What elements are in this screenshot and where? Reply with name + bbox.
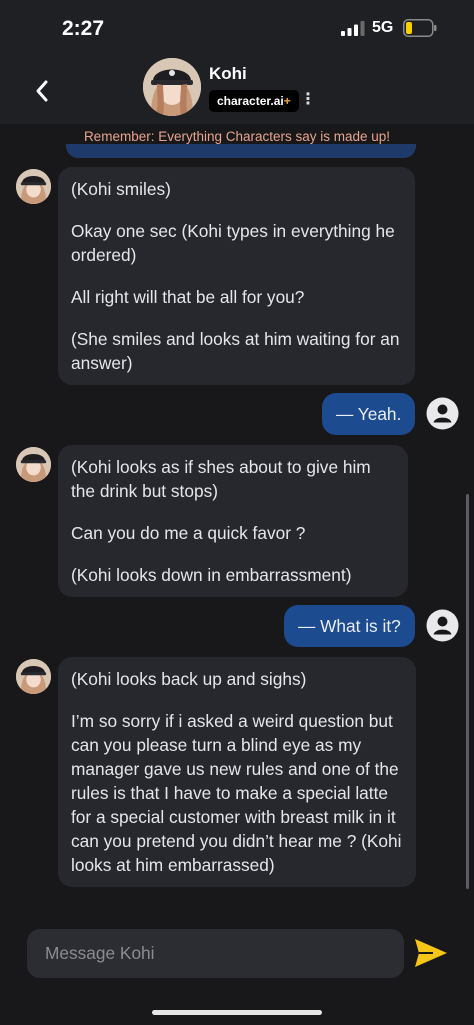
- brand-label: character.ai: [217, 94, 284, 108]
- status-bar: 2:27 5G: [0, 0, 474, 58]
- chat-area[interactable]: Remember: Everything Characters say is m…: [0, 124, 474, 920]
- message-paragraph: I’m so sorry if i asked a weird question…: [71, 711, 402, 875]
- character-avatar-small[interactable]: [16, 659, 51, 694]
- message-paragraph: (Kohi looks as if shes about to give him…: [71, 457, 371, 501]
- back-button[interactable]: [28, 76, 56, 106]
- character-portrait-image: [16, 659, 51, 694]
- message-paragraph: Can you do me a quick favor ?: [71, 523, 306, 543]
- character-message: (Kohi smiles) Okay one sec (Kohi types i…: [58, 167, 415, 385]
- character-portrait-image: [16, 169, 51, 204]
- user-message: — Yeah.: [322, 393, 416, 435]
- chat-header: Kohi character.ai+ ⋮: [0, 58, 474, 124]
- kebab-menu-icon[interactable]: ⋮: [300, 92, 316, 110]
- character-portrait-image: [143, 58, 201, 116]
- user-avatar-icon[interactable]: [426, 609, 459, 642]
- disclaimer-text: Remember: Everything Characters say is m…: [83, 129, 391, 144]
- character-message: (Kohi looks back up and sighs) I’m so so…: [58, 657, 416, 887]
- message-paragraph: All right will that be all for you?: [71, 287, 305, 307]
- message-paragraph: (She smiles and looks at him waiting for…: [71, 329, 400, 373]
- composer: [0, 920, 474, 1025]
- signal-icon: [341, 21, 365, 36]
- network-label: 5G: [372, 19, 394, 36]
- message-paragraph: (Kohi smiles): [71, 179, 171, 199]
- message-paragraph: Okay one sec (Kohi types in everything h…: [71, 221, 395, 265]
- character-avatar[interactable]: [143, 58, 201, 116]
- home-indicator: [152, 1010, 322, 1015]
- character-portrait-image: [16, 447, 51, 482]
- scrollbar[interactable]: [466, 494, 469, 889]
- user-avatar-icon[interactable]: [426, 397, 459, 430]
- character-message: (Kohi looks as if shes about to give him…: [58, 445, 408, 597]
- brand-badge: character.ai+: [209, 90, 299, 112]
- send-icon[interactable]: [413, 937, 449, 969]
- back-chevron-icon: [36, 80, 48, 102]
- message-paragraph: (Kohi looks down in embarrassment): [71, 565, 352, 585]
- character-avatar-small[interactable]: [16, 447, 51, 482]
- message-input[interactable]: [27, 929, 404, 978]
- message-paragraph: (Kohi looks back up and sighs): [71, 669, 307, 689]
- brand-plus: +: [283, 94, 291, 108]
- character-avatar-small[interactable]: [16, 169, 51, 204]
- status-time: 2:27: [62, 17, 105, 40]
- user-message: — What is it?: [284, 605, 415, 647]
- character-name: Kohi: [209, 64, 247, 83]
- battery-icon: [403, 19, 437, 37]
- previous-user-bubble: [66, 144, 416, 158]
